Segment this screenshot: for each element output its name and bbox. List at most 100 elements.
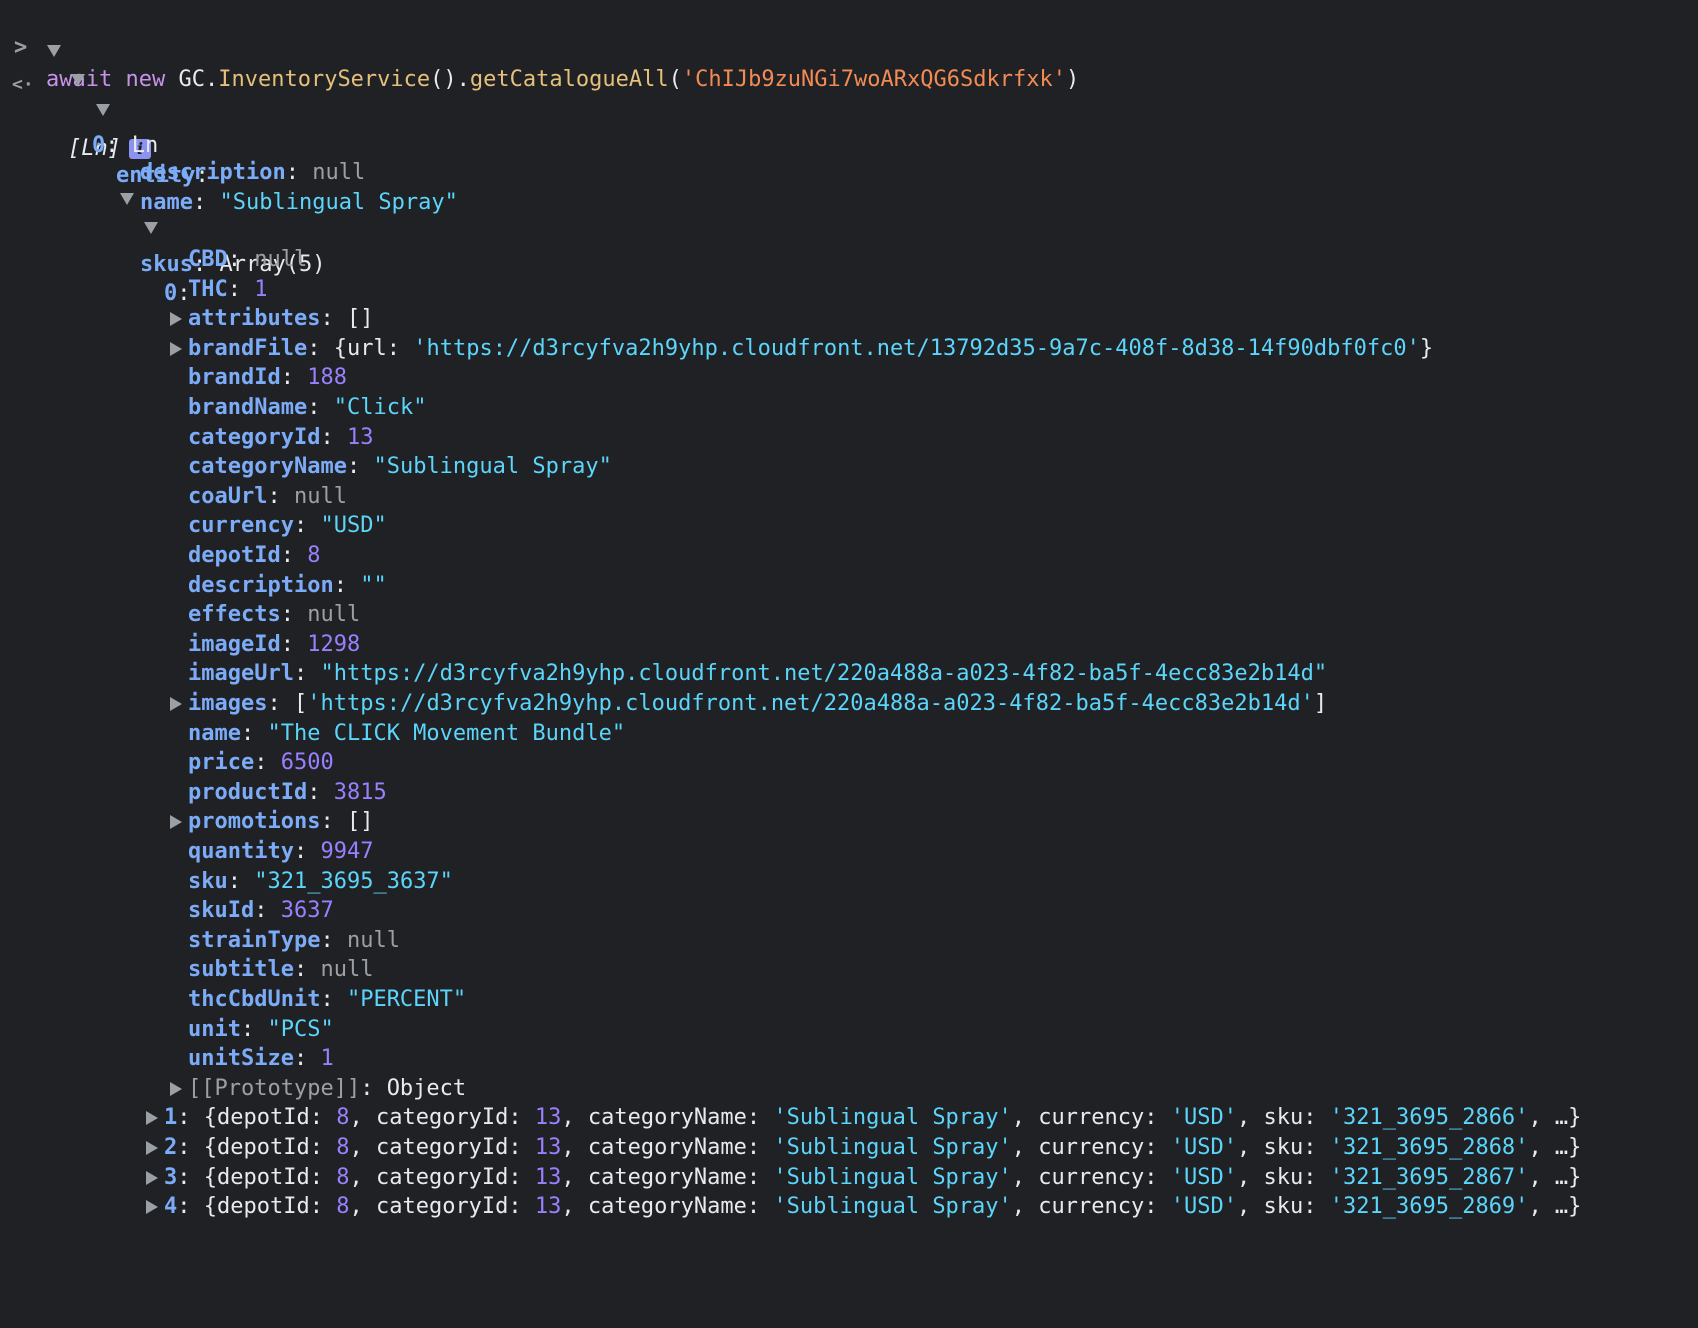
expand-triangle-icon[interactable] bbox=[120, 193, 134, 205]
expand-triangle-icon[interactable] bbox=[146, 1111, 158, 1126]
property-value: 'https://d3rcyfva2h9yhp.cloudfront.net/1… bbox=[413, 335, 1420, 361]
property-value: null bbox=[307, 602, 361, 628]
property-key: price bbox=[188, 750, 255, 776]
property-key: skuId bbox=[188, 898, 255, 924]
currency-value: 'USD' bbox=[1170, 1135, 1237, 1160]
property-key: [[Prototype]] bbox=[188, 1075, 361, 1101]
property-key: CBD bbox=[188, 247, 228, 272]
console-input-line[interactable]: > await new GC.InventoryService().getCat… bbox=[0, 0, 1079, 92]
property-key: thcCbdUnit bbox=[188, 987, 321, 1012]
property-key: productId bbox=[188, 779, 308, 805]
property-value: null bbox=[254, 247, 308, 272]
property-key: imageId bbox=[188, 631, 281, 657]
property-key: attributes bbox=[188, 306, 321, 332]
property-key: depotId bbox=[188, 543, 281, 568]
property-key: sku bbox=[188, 868, 228, 894]
sku-index: 1 bbox=[164, 1105, 178, 1131]
property-value: 'https://d3rcyfva2h9yhp.cloudfront.net/2… bbox=[307, 691, 1314, 716]
tree-row-item0[interactable]: 0: Ln bbox=[0, 66, 158, 158]
category-name-value: 'Sublingual Spray' bbox=[773, 1105, 1012, 1131]
property-value: null bbox=[320, 957, 374, 983]
property-key: categoryName bbox=[188, 454, 347, 480]
sku-value: '321_3695_2869' bbox=[1329, 1194, 1529, 1220]
property-key: description bbox=[188, 572, 334, 598]
category-name-value: 'Sublingual Spray' bbox=[773, 1194, 1012, 1220]
category-id-value: 13 bbox=[534, 1135, 562, 1160]
sku-value: '321_3695_2867' bbox=[1329, 1164, 1529, 1190]
currency-value: 'USD' bbox=[1170, 1105, 1237, 1131]
property-value: "Sublingual Spray" bbox=[373, 454, 612, 480]
expand-triangle-icon[interactable] bbox=[170, 341, 182, 356]
property-value: "USD" bbox=[320, 513, 387, 539]
property-key: strainType bbox=[188, 927, 321, 953]
property-value: "The CLICK Movement Bundle" bbox=[267, 720, 626, 746]
expand-triangle-icon[interactable] bbox=[144, 222, 158, 234]
property-key: images bbox=[188, 691, 268, 716]
property-key: quantity bbox=[188, 839, 294, 864]
tree-row-sku0[interactable]: 0: bbox=[0, 214, 191, 306]
property-value: null bbox=[346, 927, 400, 953]
tree-row-entity[interactable]: entity: bbox=[0, 96, 209, 188]
devtools-console: > await new GC.InventoryService().getCat… bbox=[0, 0, 1698, 1328]
result-root-row[interactable]: <· [Ln] i bbox=[0, 37, 151, 161]
property-value: null bbox=[293, 483, 347, 509]
sku-value: '321_3695_2868' bbox=[1329, 1135, 1529, 1160]
expand-triangle-icon[interactable] bbox=[170, 815, 182, 830]
property-value: 1 bbox=[254, 276, 268, 302]
property-value: Object bbox=[386, 1075, 467, 1101]
expand-triangle-icon[interactable] bbox=[146, 1200, 158, 1215]
property-key: coaUrl bbox=[188, 483, 268, 509]
property-key: brandId bbox=[188, 365, 281, 391]
property-key: unitSize bbox=[188, 1046, 294, 1072]
tree-row-skus[interactable]: skus: Array(5) bbox=[0, 185, 325, 277]
depot-id-value: 8 bbox=[336, 1105, 350, 1131]
property-key: unit bbox=[188, 1016, 241, 1042]
property-value: 3815 bbox=[333, 779, 387, 805]
property-key: subtitle bbox=[188, 957, 294, 983]
property-key: THC bbox=[188, 276, 228, 302]
property-value: "PCS" bbox=[267, 1016, 334, 1042]
property-value: "Click" bbox=[333, 395, 427, 420]
property-value: 1 bbox=[320, 1046, 334, 1072]
sku-index: 2 bbox=[164, 1135, 178, 1160]
category-name-value: 'Sublingual Spray' bbox=[773, 1164, 1012, 1190]
depot-id-value: 8 bbox=[336, 1135, 350, 1160]
expand-triangle-icon[interactable] bbox=[71, 74, 85, 86]
command-text: await new GC.InventoryService().getCatal… bbox=[46, 67, 1080, 92]
property-key: currency bbox=[188, 513, 294, 539]
property-value: [] bbox=[346, 306, 374, 332]
property-value: 1298 bbox=[307, 631, 361, 657]
tree-row-entity-description: description: null bbox=[140, 160, 366, 185]
expand-triangle-icon[interactable] bbox=[146, 1170, 158, 1185]
depot-id-value: 8 bbox=[336, 1164, 350, 1190]
preview-key: url bbox=[346, 335, 387, 361]
expand-triangle-icon[interactable] bbox=[170, 697, 182, 711]
category-id-value: 13 bbox=[534, 1194, 562, 1220]
property-key: promotions bbox=[188, 809, 321, 835]
expand-triangle-icon[interactable] bbox=[96, 104, 110, 116]
expand-triangle-icon[interactable] bbox=[146, 1141, 158, 1155]
currency-value: 'USD' bbox=[1170, 1194, 1237, 1220]
expand-triangle-icon[interactable] bbox=[47, 45, 61, 57]
property-value: 6500 bbox=[280, 750, 334, 776]
expand-triangle-icon[interactable] bbox=[170, 1081, 182, 1096]
property-value: 3637 bbox=[280, 898, 334, 924]
category-name-value: 'Sublingual Spray' bbox=[773, 1135, 1012, 1160]
sku-index: 4 bbox=[164, 1194, 178, 1220]
property-value: "" bbox=[360, 572, 387, 598]
property-value: 8 bbox=[307, 543, 321, 568]
category-id-value: 13 bbox=[534, 1164, 562, 1190]
property-key: effects bbox=[188, 602, 281, 628]
category-id-value: 13 bbox=[534, 1105, 562, 1131]
property-key: brandFile bbox=[188, 335, 308, 361]
property-value: 9947 bbox=[320, 839, 374, 864]
property-key: categoryId bbox=[188, 424, 321, 450]
property-value: "https://d3rcyfva2h9yhp.cloudfront.net/2… bbox=[320, 661, 1328, 687]
depot-id-value: 8 bbox=[336, 1194, 350, 1220]
tree-row-entity-name: name: "Sublingual Spray" bbox=[140, 190, 458, 215]
property-value: "321_3695_3637" bbox=[254, 868, 453, 894]
property-value: [] bbox=[346, 809, 374, 835]
property-key: imageUrl bbox=[188, 661, 294, 687]
property-value: 13 bbox=[346, 424, 374, 450]
expand-triangle-icon[interactable] bbox=[170, 312, 182, 327]
